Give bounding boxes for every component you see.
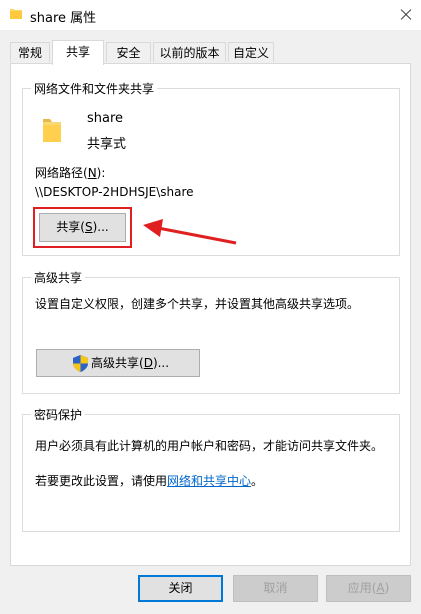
annotation-arrow [143,219,237,245]
close-button[interactable]: 关闭 [138,575,223,602]
apply-button[interactable]: 应用(A) [326,575,411,602]
tab-sharing[interactable]: 共享 [52,40,104,65]
cancel-button[interactable]: 取消 [233,575,318,602]
